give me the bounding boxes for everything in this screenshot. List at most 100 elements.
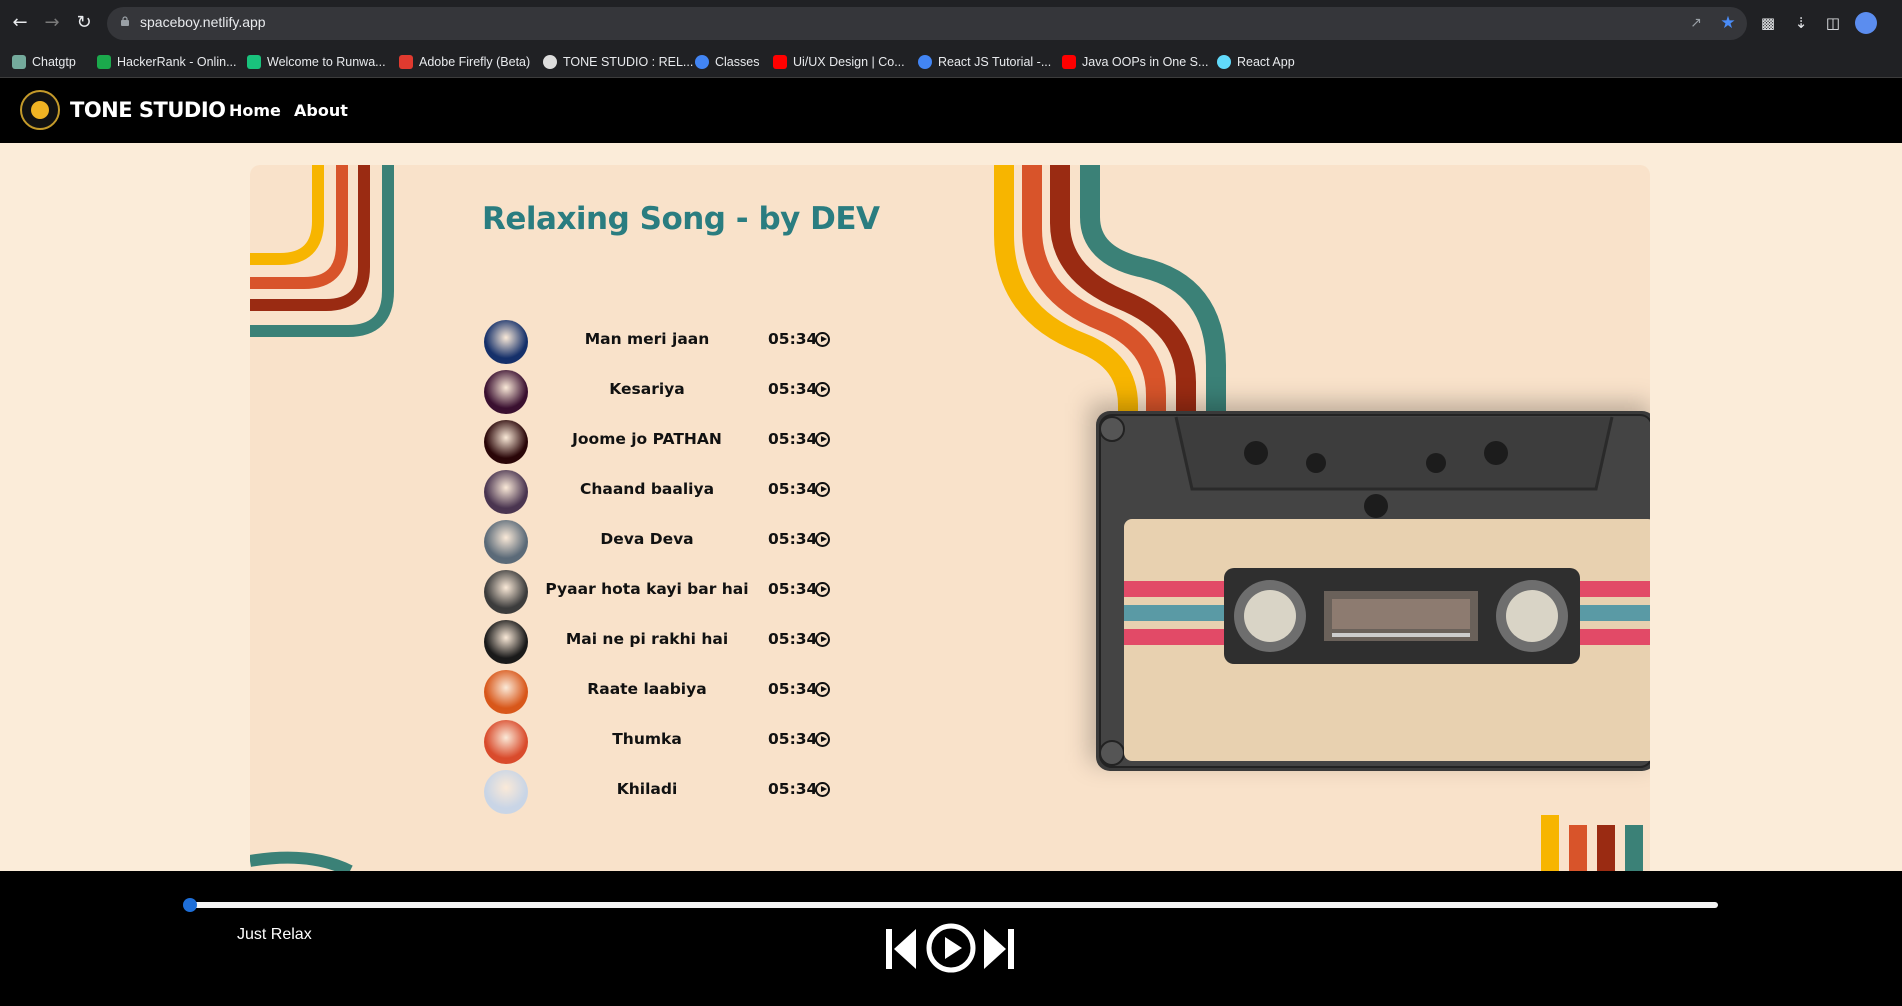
youtube-icon [1062,55,1076,69]
song-duration: 05:34 [768,330,818,348]
bookmark-item[interactable]: Adobe Firefly (Beta) [399,52,530,72]
bookmark-star-icon[interactable]: ★ [1719,14,1737,32]
bookmark-item[interactable]: Chatgtp [12,52,76,72]
song-title: Joome jo PATHAN [572,430,722,448]
extensions-icon[interactable]: ▩ [1757,12,1779,34]
download-icon[interactable]: ⇣ [1790,12,1812,34]
play-circle-icon[interactable] [815,382,830,397]
google-icon [918,55,932,69]
play-circle-icon[interactable] [815,532,830,547]
playlist-title: Relaxing Song - by DEV [482,201,880,237]
retro-stripes-bottom-right [1541,815,1643,871]
album-art [484,770,528,814]
album-art [484,370,528,414]
site-header: TONE STUDIO Home About [0,78,1902,143]
bookmark-item[interactable]: Classes [695,52,759,72]
song-title: Chaand baaliya [579,480,715,498]
song-row[interactable]: Kesariya 05:34 [482,368,832,414]
globe-icon [543,55,557,69]
song-title: Raate laabiya [587,680,707,698]
play-circle-icon[interactable] [815,632,830,647]
song-duration: 05:34 [768,580,818,598]
song-row[interactable]: Chaand baaliya 05:34 [482,468,832,514]
share-icon[interactable]: ↗ [1687,14,1705,32]
player-bar: Just Relax [0,871,1902,1006]
play-circle-icon[interactable] [815,782,830,797]
react-icon [1217,55,1231,69]
album-art [484,470,528,514]
bookmark-label: Chatgtp [32,55,76,69]
bookmark-label: React JS Tutorial -... [938,55,1052,69]
song-duration: 05:34 [768,680,818,698]
song-row[interactable]: Man meri jaan 05:34 [482,318,832,364]
song-title: Man meri jaan [584,330,710,348]
song-row[interactable]: Khiladi 05:34 [482,768,832,814]
album-art [484,670,528,714]
now-playing-title: Just Relax [237,926,312,943]
song-row[interactable]: Raate laabiya 05:34 [482,668,832,714]
profile-avatar[interactable] [1855,12,1877,34]
song-title: Khiladi [616,780,678,798]
cassette-tape-image [1096,411,1650,771]
song-duration: 05:34 [768,630,818,648]
song-row[interactable]: Pyaar hota kayi bar hai 05:34 [482,568,832,614]
song-row[interactable]: Mai ne pi rakhi hai 05:34 [482,618,832,664]
chatgpt-icon [12,55,26,69]
bookmark-label: React App [1237,55,1295,69]
tone-studio-logo[interactable] [20,90,60,130]
retro-stripes-top-left [250,165,394,337]
bookmark-label: Ui/UX Design | Co... [793,55,905,69]
song-title: Kesariya [609,380,685,398]
side-panel-icon[interactable]: ◫ [1822,12,1844,34]
page-body: Relaxing Song - by DEV Man meri jaan 05:3… [0,143,1902,871]
song-row[interactable]: Joome jo PATHAN 05:34 [482,418,832,464]
nav-home-link[interactable]: Home [229,101,281,120]
bookmark-label: Adobe Firefly (Beta) [419,55,531,69]
previous-track-icon[interactable] [884,926,918,972]
bookmark-item[interactable]: React JS Tutorial -... [918,52,1051,72]
play-circle-icon[interactable] [815,732,830,747]
reload-icon[interactable]: ↻ [73,12,95,34]
bookmark-label: Welcome to Runwa... [267,55,386,69]
bookmark-label: TONE STUDIO : REL... [563,55,694,69]
playlist-card: Relaxing Song - by DEV Man meri jaan 05:3… [250,165,1650,871]
forward-arrow-icon[interactable]: → [41,12,63,34]
bookmark-label: Java OOPs in One S... [1082,55,1209,69]
bookmark-label: Classes [715,55,760,69]
bookmark-item[interactable]: HackerRank - Onlin... [97,52,236,72]
seek-bar[interactable] [190,902,1718,908]
play-circle-icon[interactable] [815,582,830,597]
song-row[interactable]: Deva Deva 05:34 [482,518,832,564]
play-circle-icon[interactable] [815,482,830,497]
bookmark-item[interactable]: Welcome to Runwa... [247,52,386,72]
browser-toolbar: ← → ↻ spaceboy.netlify.app ↗ ★ ▩ ⇣ ◫ [0,0,1902,46]
retro-stripe-bottom-left [250,851,353,871]
album-art [484,620,528,664]
brand-name[interactable]: TONE STUDIO [70,98,226,122]
song-title: Deva Deva [600,530,694,548]
hackerrank-icon [97,55,111,69]
song-duration: 05:34 [768,430,818,448]
song-duration: 05:34 [768,780,818,798]
runway-icon [247,55,261,69]
bookmarks-bar: Chatgtp HackerRank - Onlin... Welcome to… [0,46,1902,78]
bookmark-item[interactable]: React App [1217,52,1295,72]
back-arrow-icon[interactable]: ← [9,12,31,34]
bookmark-item[interactable]: Ui/UX Design | Co... [773,52,905,72]
bookmark-item[interactable]: TONE STUDIO : REL... [543,52,693,72]
song-duration: 05:34 [768,730,818,748]
address-bar[interactable] [107,7,1747,40]
song-row[interactable]: Thumka 05:34 [482,718,832,764]
play-circle-icon[interactable] [815,432,830,447]
bookmark-item[interactable]: Java OOPs in One S... [1062,52,1208,72]
play-circle-icon[interactable] [815,332,830,347]
nav-about-link[interactable]: About [294,101,348,120]
next-track-icon[interactable] [982,926,1016,972]
song-title: Pyaar hota kayi bar hai [545,580,749,598]
album-art [484,720,528,764]
play-button-icon[interactable] [926,923,976,973]
song-duration: 05:34 [768,380,818,398]
seek-thumb[interactable] [183,898,197,912]
play-circle-icon[interactable] [815,682,830,697]
logo-emblem [31,101,49,119]
